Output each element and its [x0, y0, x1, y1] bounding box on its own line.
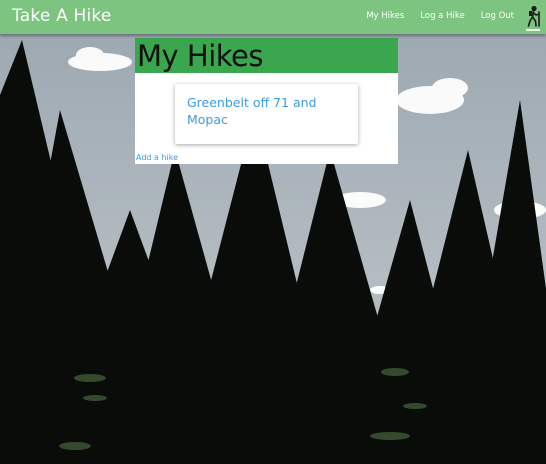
nav-link-log-a-hike[interactable]: Log a Hike — [420, 11, 464, 21]
nav-links: My Hikes Log a Hike Log Out — [350, 11, 514, 21]
active-indicator — [526, 29, 540, 31]
hiker-icon[interactable] — [525, 6, 541, 28]
my-hikes-panel: My Hikes Greenbelt off 71 and Mopac Add … — [135, 38, 398, 164]
hike-card-title[interactable]: Greenbelt off 71 and Mopac — [187, 94, 352, 128]
page-title: My Hikes — [137, 39, 263, 73]
hike-card[interactable]: Greenbelt off 71 and Mopac — [175, 84, 358, 144]
brand-title[interactable]: Take A Hike — [12, 6, 112, 26]
nav-link-my-hikes[interactable]: My Hikes — [366, 11, 404, 21]
nav-link-log-out[interactable]: Log Out — [481, 11, 514, 21]
top-navbar: Take A Hike My Hikes Log a Hike Log Out — [0, 0, 546, 34]
page-title-bar: My Hikes — [135, 38, 398, 73]
add-hike-link[interactable]: Add a hike — [136, 153, 178, 162]
